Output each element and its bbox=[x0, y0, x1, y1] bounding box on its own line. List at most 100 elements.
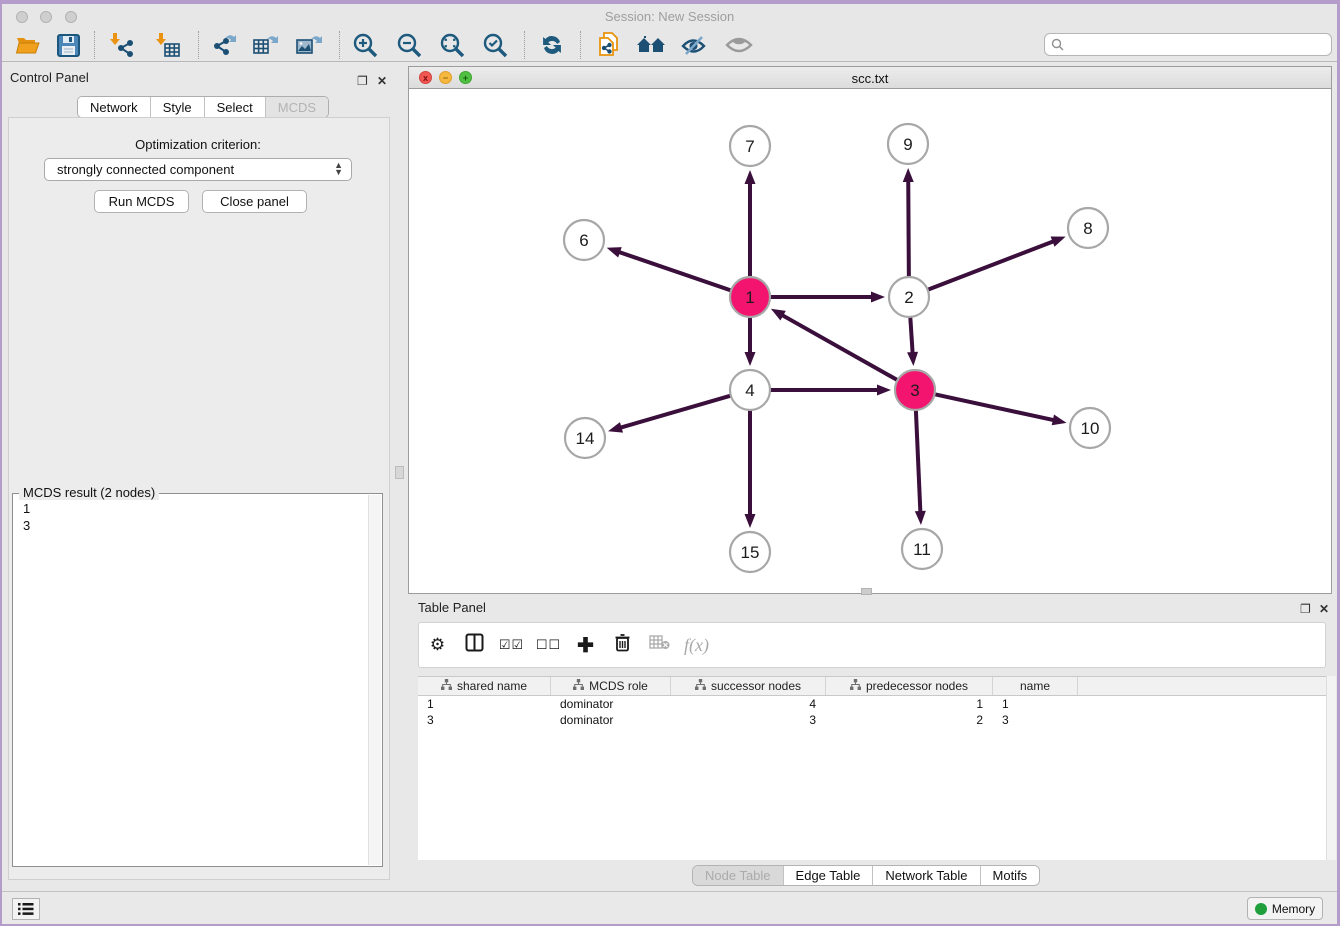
search-input[interactable] bbox=[1068, 36, 1331, 54]
tab-node-table[interactable]: Node Table bbox=[693, 866, 784, 885]
graph-arrowhead-4-14 bbox=[608, 422, 623, 433]
graph-edge-3-1[interactable] bbox=[780, 314, 899, 381]
network-window-titlebar[interactable]: x − + scc.txt bbox=[409, 67, 1331, 89]
window-title: Session: New Session bbox=[2, 9, 1337, 24]
hide-selected-button[interactable] bbox=[676, 30, 712, 60]
network-canvas[interactable]: 7968124314101511 bbox=[409, 89, 1331, 593]
table-cell[interactable]: 1 bbox=[418, 696, 551, 712]
graph-edge-4-14[interactable] bbox=[619, 395, 733, 428]
graph-edge-2-9[interactable] bbox=[908, 179, 909, 279]
tab-network[interactable]: Network bbox=[78, 97, 151, 117]
zoom-out-button[interactable] bbox=[391, 30, 427, 60]
delete-column-button[interactable] bbox=[604, 633, 641, 657]
table-panel-close-button[interactable]: ✕ bbox=[1319, 600, 1329, 618]
mcds-result-item[interactable]: 3 bbox=[13, 517, 382, 534]
tab-select[interactable]: Select bbox=[205, 97, 266, 117]
control-panel-title: Control Panel bbox=[10, 70, 89, 85]
toolbar-separator bbox=[580, 31, 581, 59]
deselect-all-button[interactable]: ☐☐ bbox=[530, 637, 567, 653]
column-header-MCDS-role[interactable]: MCDS role bbox=[551, 677, 671, 695]
refresh-icon bbox=[539, 32, 565, 58]
column-header-label: name bbox=[1020, 679, 1050, 693]
table-row[interactable]: 1dominator411 bbox=[418, 696, 1326, 712]
import-network-button[interactable] bbox=[104, 30, 140, 60]
graph-edge-2-8[interactable] bbox=[926, 241, 1056, 291]
duplicate-network-button[interactable] bbox=[590, 30, 626, 60]
table-cell[interactable]: dominator bbox=[551, 712, 671, 728]
plus-icon: ✚ bbox=[577, 635, 594, 657]
zoom-selected-button[interactable] bbox=[477, 30, 513, 60]
node-table: shared name MCDS role successor nodes prede… bbox=[418, 676, 1326, 860]
table-cell[interactable]: dominator bbox=[551, 696, 671, 712]
control-panel-tabs: Network Style Select MCDS bbox=[77, 96, 329, 118]
select-all-button[interactable]: ☑☑ bbox=[493, 637, 530, 653]
title-bar: Session: New Session bbox=[2, 4, 1337, 28]
tab-network-table[interactable]: Network Table bbox=[873, 866, 980, 885]
add-column-button[interactable]: ✚ bbox=[567, 633, 604, 658]
table-cell[interactable]: 1 bbox=[993, 696, 1078, 712]
zoom-in-button[interactable] bbox=[347, 30, 383, 60]
table-settings-button[interactable]: ⚙ bbox=[419, 635, 456, 655]
table-scrollbar[interactable] bbox=[1326, 676, 1336, 860]
tab-motifs[interactable]: Motifs bbox=[981, 866, 1040, 885]
result-scrollbar[interactable] bbox=[368, 495, 381, 865]
show-columns-button[interactable] bbox=[456, 633, 493, 657]
table-cell[interactable]: 2 bbox=[826, 712, 993, 728]
run-mcds-button[interactable]: Run MCDS bbox=[94, 190, 189, 213]
table-cell[interactable]: 3 bbox=[418, 712, 551, 728]
table-panel-title: Table Panel bbox=[418, 600, 486, 615]
graph-arrowhead-2-3 bbox=[907, 352, 918, 366]
panel-splitter-handle[interactable] bbox=[395, 466, 404, 479]
mcds-result-item[interactable]: 1 bbox=[13, 500, 382, 517]
table-cell[interactable]: 4 bbox=[671, 696, 826, 712]
open-folder-button[interactable] bbox=[10, 30, 46, 60]
column-header-predecessor-nodes[interactable]: predecessor nodes bbox=[826, 677, 993, 695]
network-graph[interactable]: 7968124314101511 bbox=[409, 89, 1331, 593]
export-image-button[interactable] bbox=[291, 30, 327, 60]
table-cell[interactable]: 3 bbox=[671, 712, 826, 728]
graph-node-label-15: 15 bbox=[741, 543, 760, 562]
memory-status-icon bbox=[1255, 903, 1267, 915]
export-network-button[interactable] bbox=[206, 30, 242, 60]
table-row[interactable]: 3dominator323 bbox=[418, 712, 1326, 728]
first-neighbors-button[interactable] bbox=[633, 30, 669, 60]
control-panel-close-button[interactable]: ✕ bbox=[377, 72, 387, 90]
column-header-shared-name[interactable]: shared name bbox=[418, 677, 551, 695]
import-table-button[interactable] bbox=[150, 30, 186, 60]
graph-edge-3-11[interactable] bbox=[916, 408, 921, 514]
function-builder-button[interactable]: f(x) bbox=[678, 635, 715, 656]
graph-edge-1-6[interactable] bbox=[617, 251, 733, 291]
tab-style[interactable]: Style bbox=[151, 97, 205, 117]
control-panel-float-button[interactable]: ❐ bbox=[357, 72, 368, 90]
delete-table-button[interactable] bbox=[641, 635, 678, 655]
table-header-row: shared name MCDS role successor nodes prede… bbox=[418, 677, 1326, 696]
show-all-button[interactable] bbox=[721, 30, 757, 60]
save-session-button[interactable] bbox=[50, 30, 86, 60]
column-header-name[interactable]: name bbox=[993, 677, 1078, 695]
criterion-dropdown[interactable]: strongly connected component ▲▼ bbox=[44, 158, 352, 181]
network-window-title: scc.txt bbox=[409, 71, 1331, 86]
refresh-view-button[interactable] bbox=[534, 30, 570, 60]
tab-edge-table[interactable]: Edge Table bbox=[784, 866, 874, 885]
table-panel-float-button[interactable]: ❐ bbox=[1300, 600, 1311, 618]
column-header-successor-nodes[interactable]: successor nodes bbox=[671, 677, 826, 695]
export-table-button[interactable] bbox=[248, 30, 284, 60]
canvas-resize-handle[interactable] bbox=[861, 588, 872, 595]
graph-edge-2-3[interactable] bbox=[910, 315, 913, 355]
search-field[interactable] bbox=[1044, 33, 1332, 56]
graph-edge-3-10[interactable] bbox=[933, 394, 1056, 421]
column-header-label: successor nodes bbox=[711, 679, 801, 693]
close-panel-button[interactable]: Close panel bbox=[202, 190, 307, 213]
table-cell[interactable]: 1 bbox=[826, 696, 993, 712]
zoom-fit-button[interactable] bbox=[434, 30, 470, 60]
memory-button[interactable]: Memory bbox=[1247, 897, 1323, 920]
tab-mcds[interactable]: MCDS bbox=[266, 97, 328, 117]
column-header-label: MCDS role bbox=[589, 679, 648, 693]
task-history-button[interactable] bbox=[12, 898, 40, 920]
delete-table-icon bbox=[649, 635, 670, 650]
graph-arrowhead-1-2 bbox=[871, 292, 885, 303]
table-cell[interactable]: 3 bbox=[993, 712, 1078, 728]
graph-node-label-7: 7 bbox=[745, 137, 754, 156]
columns-icon bbox=[465, 633, 484, 652]
graph-arrowhead-1-4 bbox=[745, 352, 756, 366]
